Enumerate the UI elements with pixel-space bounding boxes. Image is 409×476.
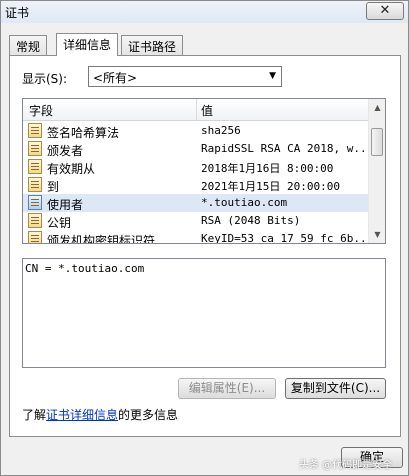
row-value: RSA (2048 Bits): [201, 214, 301, 227]
tab-general[interactable]: 常规: [9, 35, 48, 55]
list-row-signature-hash[interactable]: 签名哈希算法 sha256: [23, 122, 368, 140]
field-list[interactable]: 字段 值 签名哈希算法 sha256 颁发者 RapidSSL RSA CA 2…: [22, 98, 386, 244]
column-header-value[interactable]: 值: [201, 102, 213, 119]
more-info-prefix: 了解: [22, 408, 47, 422]
column-divider[interactable]: [196, 99, 197, 121]
row-value: *.toutiao.com: [201, 196, 288, 209]
row-field: 有效期从: [47, 162, 96, 176]
details-panel: 显示(S): <所有> ▼ 字段 值 签名哈希算法 sha256 颁发者 Rap…: [9, 55, 401, 437]
row-value: RapidSSL RSA CA 2018, w...: [201, 142, 367, 155]
row-field: 到: [47, 180, 60, 194]
title-bar: 证书 ✕: [1, 1, 408, 23]
field-detail-textbox[interactable]: CN = *.toutiao.com: [22, 258, 386, 368]
list-row-issuer[interactable]: 颁发者 RapidSSL RSA CA 2018, w...: [23, 140, 368, 158]
certificate-extension-icon: [28, 231, 42, 243]
window-title: 证书: [5, 6, 30, 20]
certificate-dialog: 证书 ✕ 常规 详细信息 证书路径 显示(S): <所有> ▼ 字段 值 签名哈…: [0, 0, 409, 476]
list-header: 字段 值: [23, 99, 368, 121]
row-value: sha256: [201, 124, 241, 137]
tab-general-label: 常规: [16, 40, 41, 54]
list-row-subject[interactable]: 使用者 *.toutiao.com: [23, 194, 368, 212]
watermark-text: 头条 @代码即是安全: [299, 460, 393, 471]
field-detail-text: CN = *.toutiao.com: [25, 262, 145, 275]
row-field: 公钥: [47, 216, 72, 230]
tab-details-label: 详细信息: [63, 38, 112, 52]
row-field: 使用者: [47, 198, 84, 212]
row-value: KeyID=53 ca 17 59 fc 6b...: [201, 232, 367, 244]
certificate-field-icon: [28, 123, 42, 138]
scrollbar-thumb[interactable]: [371, 128, 383, 156]
row-value: 2018年1月16日 8:00:00: [201, 162, 334, 175]
scroll-up-icon[interactable]: ▲: [369, 99, 385, 116]
tab-certification-path[interactable]: 证书路径: [121, 35, 184, 55]
more-info-text: 了解证书详细信息的更多信息: [22, 406, 178, 423]
close-button[interactable]: ✕: [366, 2, 404, 20]
show-dropdown[interactable]: <所有> ▼: [88, 66, 282, 87]
list-row-valid-to[interactable]: 到 2021年1月15日 20:00:00: [23, 176, 368, 194]
certificate-field-icon: [28, 213, 42, 228]
list-scrollbar[interactable]: ▲ ▼: [368, 99, 385, 243]
show-dropdown-value: <所有>: [93, 71, 138, 85]
show-label: 显示(S):: [22, 72, 68, 86]
row-field: 颁发者: [47, 144, 84, 158]
row-field: 签名哈希算法: [47, 126, 120, 140]
row-field: 颁发机构密钥标识符: [47, 234, 156, 244]
certificate-field-icon: [28, 195, 42, 210]
list-row-public-key[interactable]: 公钥 RSA (2048 Bits): [23, 212, 368, 230]
scroll-down-icon[interactable]: ▼: [369, 226, 385, 243]
certificate-field-icon: [28, 177, 42, 192]
more-info-suffix: 的更多信息: [118, 408, 179, 422]
tab-certification-path-label: 证书路径: [128, 40, 177, 54]
dropdown-arrow-icon: ▼: [269, 71, 276, 81]
certificate-details-link[interactable]: 证书详细信息: [46, 408, 118, 422]
edit-properties-label: 编辑属性(E)...: [188, 381, 266, 395]
close-icon: ✕: [379, 3, 391, 18]
row-value: 2021年1月15日 20:00:00: [201, 180, 340, 193]
column-header-field[interactable]: 字段: [29, 102, 53, 119]
list-row-authority-key-id[interactable]: 颁发机构密钥标识符 KeyID=53 ca 17 59 fc 6b...: [23, 230, 368, 244]
copy-to-file-button[interactable]: 复制到文件(C)...: [285, 378, 386, 399]
tab-details[interactable]: 详细信息: [56, 33, 119, 56]
certificate-field-icon: [28, 159, 42, 174]
copy-to-file-label: 复制到文件(C)...: [290, 381, 381, 395]
certificate-field-icon: [28, 141, 42, 156]
edit-properties-button[interactable]: 编辑属性(E)...: [178, 378, 276, 399]
list-row-valid-from[interactable]: 有效期从 2018年1月16日 8:00:00: [23, 158, 368, 176]
